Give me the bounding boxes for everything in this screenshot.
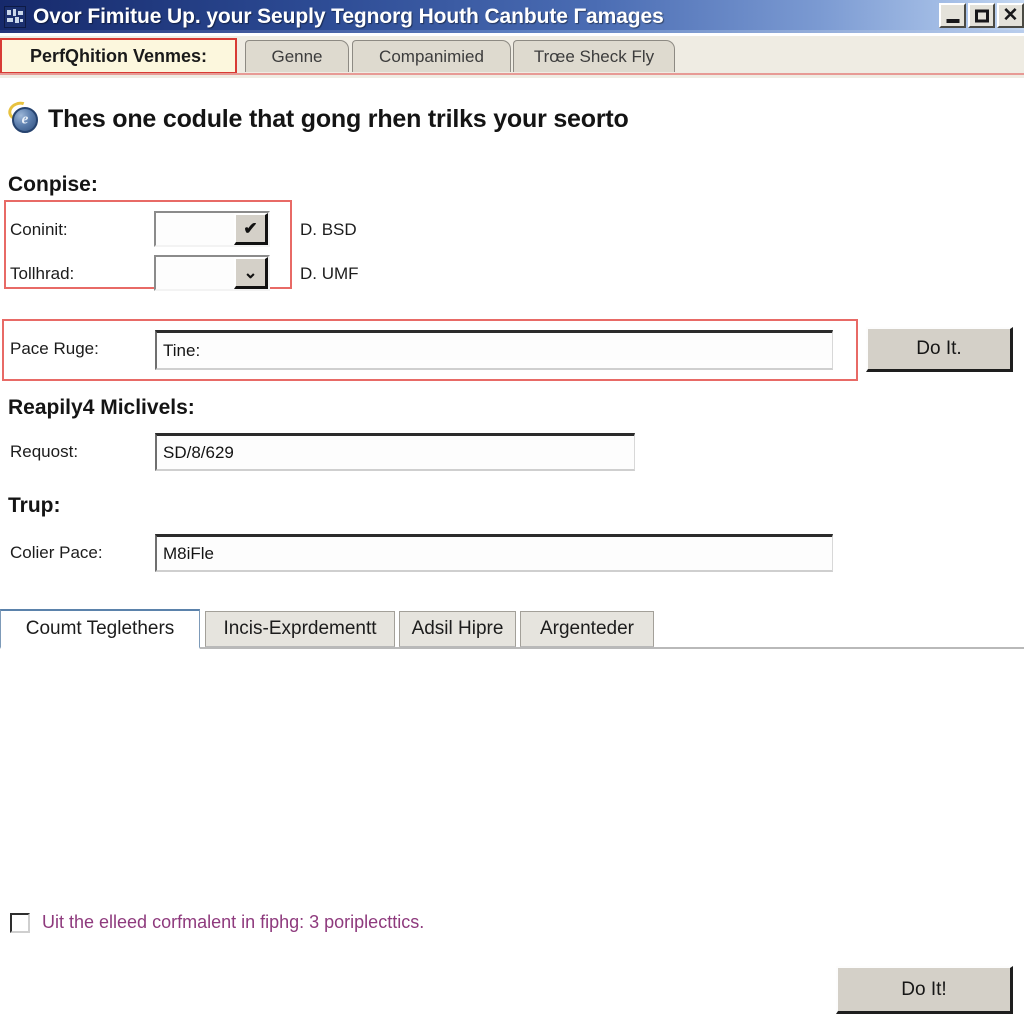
maximize-icon [974, 9, 989, 22]
maximize-button[interactable] [968, 3, 995, 28]
client-area: Thes one codule that gong rhen trilks yo… [0, 80, 1024, 1024]
top-tab-strip: PerfQhition Venmes: Genne Companimied Tr… [0, 36, 1024, 78]
colier-pace-label: Colier Pace: [10, 543, 103, 562]
tab-perfqhition-venmes[interactable]: PerfQhition Venmes: [0, 38, 237, 74]
minimize-icon [946, 18, 959, 23]
trup-section-title: Trup: [8, 494, 61, 517]
lower-tab-coumt-teglethers[interactable]: Coumt Teglethers [0, 609, 200, 649]
minimize-button[interactable] [939, 3, 966, 28]
close-button[interactable]: ✕ [997, 3, 1024, 28]
close-icon: ✕ [1002, 4, 1019, 26]
lower-tab-argenteder[interactable]: Argenteder [520, 611, 654, 647]
bottom-checkbox-label: Uit the elleed corfmalent in fiphg: 3 po… [42, 912, 425, 932]
coninit-label: Coninit: [10, 220, 68, 239]
page-heading-text: Thes one codule that gong rhen trilks yo… [48, 104, 629, 133]
requost-input[interactable]: SD/8/629 [155, 433, 635, 471]
pace-ruge-do-it-button[interactable]: Do It. [866, 327, 1013, 372]
tollhrad-dropdown[interactable]: ⌄ [154, 255, 270, 291]
coninit-dropdown[interactable]: ✔ [154, 211, 270, 247]
lower-tab-adsil-hipre[interactable]: Adsil Hipre [399, 611, 516, 647]
tab-true-sheck-fly[interactable]: Trœe Sheck Fly [513, 40, 675, 72]
bottom-checkbox-row[interactable]: Uit the elleed corfmalent in fiphg: 3 po… [10, 912, 424, 933]
pace-ruge-input[interactable]: Tine: [155, 330, 833, 370]
tollhrad-note: D. UMF [300, 264, 359, 283]
app-window-icon [4, 5, 26, 28]
colier-pace-input[interactable]: M8iFle [155, 534, 833, 572]
tab-genne[interactable]: Genne [245, 40, 349, 72]
tollhrad-label: Tollhrad: [10, 264, 75, 283]
pace-ruge-label: Pace Ruge: [10, 339, 99, 358]
window-titlebar[interactable]: Ovor Fimitue Up. your Seuply Tegnorg Hou… [0, 0, 1024, 33]
conpise-section-title: Conpise: [8, 173, 98, 196]
window-controls: ✕ [939, 3, 1024, 28]
coninit-note: D. BSD [300, 220, 357, 239]
do-it-button[interactable]: Do It! [836, 966, 1013, 1014]
globe-browser-icon [5, 98, 42, 136]
tab-companimied[interactable]: Companimied [352, 40, 511, 72]
bottom-checkbox[interactable] [10, 912, 30, 933]
lower-tab-strip: Coumt Teglethers Incis-Exprdementt Adsil… [0, 609, 1024, 649]
page-heading: Thes one codule that gong rhen trilks yo… [5, 98, 629, 136]
requost-label: Requost: [10, 442, 79, 461]
window-title: Ovor Fimitue Up. your Seuply Tegnorg Hou… [33, 4, 664, 28]
lower-tab-incis-exprdementt[interactable]: Incis-Exprdementt [205, 611, 395, 647]
reapily-section-title: Reapily4 Miclivels: [8, 396, 195, 419]
check-icon[interactable]: ✔ [234, 213, 268, 245]
chevron-down-icon[interactable]: ⌄ [234, 257, 268, 289]
